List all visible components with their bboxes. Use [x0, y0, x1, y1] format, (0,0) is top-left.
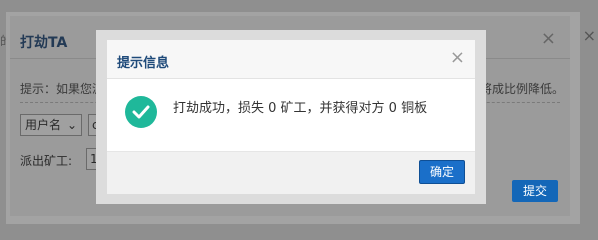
- select-value: 用户名: [25, 118, 62, 132]
- tip-text-tail: 将成比例降低。: [479, 82, 564, 96]
- modal-message: 打劫成功，损失 0 矿工，并获得对方 0 铜板: [173, 101, 428, 116]
- info-modal: 提示信息 × 打劫成功，损失 0 矿工，并获得对方 0 铜板 确定: [107, 40, 475, 194]
- modal-title: 提示信息: [117, 56, 170, 71]
- search-type-select[interactable]: 用户名 ⌄: [20, 114, 82, 136]
- close-icon[interactable]: ×: [450, 46, 465, 70]
- divider: [107, 151, 475, 152]
- edge-close-icon: ×: [582, 26, 596, 45]
- success-check-icon: [125, 96, 157, 128]
- confirm-button[interactable]: 确定: [419, 160, 465, 184]
- background-dialog-title: 打劫TA: [20, 35, 68, 51]
- send-miners-label: 派出矿工:: [20, 154, 73, 168]
- submit-button[interactable]: 提交: [512, 180, 558, 202]
- modal-header: 提示信息 ×: [107, 40, 475, 79]
- background-close-icon[interactable]: ×: [541, 28, 556, 49]
- chevron-down-icon: ⌄: [66, 118, 77, 132]
